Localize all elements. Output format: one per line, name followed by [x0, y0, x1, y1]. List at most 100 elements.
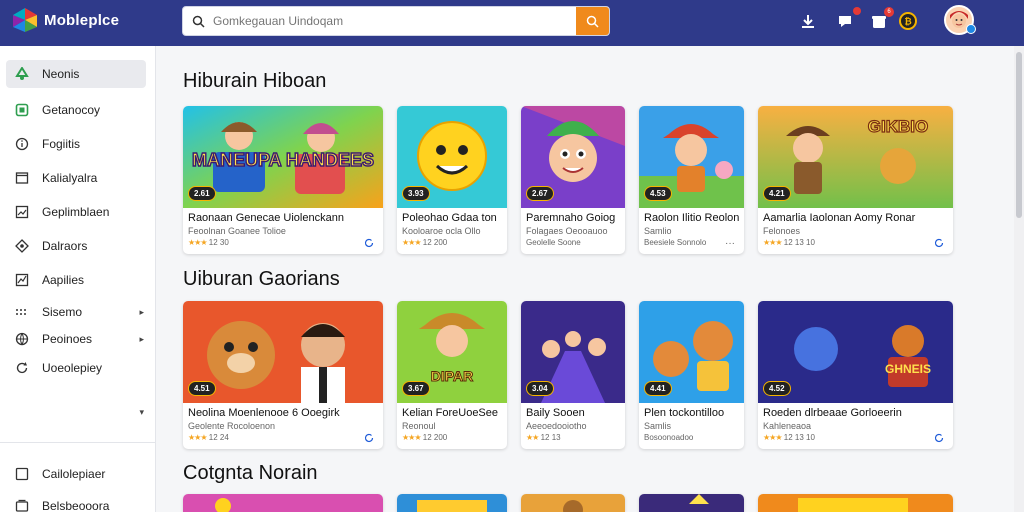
recycle-icon [14, 66, 30, 82]
game-card[interactable]: 4.51 Neolina Moenlenooe 6 Ooegirk Geolen… [183, 301, 383, 449]
card-meta: ★★★ 12 30 [188, 238, 229, 247]
sidebar-item-9[interactable]: Uoeolepiey [6, 354, 146, 382]
sidebar-item-6[interactable]: Aapilies [6, 266, 146, 294]
game-card[interactable]: 3.93 Poleohao Gdaa ton Kooloaroe ocla Ol… [397, 106, 507, 254]
top-bar: Mobleplce 6 ₿ [0, 0, 1024, 46]
refresh-icon[interactable] [933, 432, 945, 444]
chart-icon [14, 272, 30, 288]
sidebar-item-8[interactable]: Peoinoes ▸ [6, 325, 146, 353]
diamond-icon [14, 238, 30, 254]
sidebar-item-5[interactable]: Dalraors [6, 232, 146, 260]
price-chip: 3.67 [402, 381, 430, 396]
game-card[interactable]: 4.41 Plen tockontilloo Samlis Bosoonoado… [639, 301, 744, 449]
chat-icon[interactable] [835, 7, 861, 32]
sidebar-item-0[interactable]: Neonis [6, 60, 146, 88]
game-thumbnail: 2.67 [521, 106, 625, 208]
card-title: Aamarlia Iaolonan Aomy Ronar [763, 212, 916, 224]
sidebar-item-7[interactable]: Sisemo ▸ [6, 298, 146, 326]
price-chip: 2.67 [526, 186, 554, 201]
card-meta: ★★ 12 13 [526, 433, 561, 442]
sidebar-bottom-item-0[interactable]: Cailolepiaer [6, 460, 146, 488]
game-thumbnail: 3.04 [521, 301, 625, 403]
card-title: Kelian ForeUoeSee [402, 407, 499, 419]
search-bar [182, 6, 610, 36]
gift-icon[interactable]: 6 [868, 7, 894, 32]
refresh-icon [14, 360, 30, 376]
card-meta: ★★★ 12 200 [402, 238, 448, 247]
scrollbar-thumb[interactable] [1016, 52, 1022, 218]
game-thumbnail: MANEUPA HANDEES 2.61 [183, 106, 383, 208]
sidebar-item-2[interactable]: Fogiitis [6, 130, 146, 158]
more-icon[interactable]: ··· [724, 237, 736, 249]
coin-icon[interactable]: ₿ [897, 10, 919, 32]
card-subtitle: Samlio [644, 226, 672, 236]
chevron-down-icon: ▾ [139, 406, 144, 417]
download-icon[interactable] [797, 10, 819, 32]
card-meta: Bosoonoadoo [644, 433, 694, 442]
game-card[interactable]: GIKBIO 4.21 Aamarlia Iaolonan Aomy Ronar… [758, 106, 953, 254]
game-card[interactable] [758, 494, 953, 512]
price-chip: 4.52 [763, 381, 791, 396]
card-title: Baily Sooen [526, 407, 585, 419]
refresh-icon[interactable] [363, 432, 375, 444]
game-card[interactable]: 3.04 Baily Sooen Aeeoedooiotho ★★ 12 13 [521, 301, 625, 449]
card-meta: ★★★ 12 24 [188, 433, 229, 442]
game-thumbnail: GHNEIS 4.52 [758, 301, 953, 403]
sidebar-item-1[interactable]: Getanocoy [6, 96, 146, 124]
sidebar-bottom-item-1[interactable]: Belsbeooora [6, 492, 146, 512]
section-title: Cotgnta Norain [183, 462, 318, 484]
price-chip: 4.21 [763, 186, 791, 201]
card-meta: Geolelle Soone [526, 238, 581, 247]
game-card[interactable] [397, 494, 507, 512]
sidebar-item-3[interactable]: Kalialyalra [6, 164, 146, 192]
app-name: Mobleplce [44, 11, 120, 29]
sidebar: Neonis Getanocoy Fogiitis Kalialyalra Ge… [0, 46, 156, 512]
logo-icon [13, 8, 37, 32]
dots-icon [14, 304, 30, 320]
game-card[interactable] [639, 494, 744, 512]
sidebar-divider [0, 442, 156, 443]
game-thumbnail: GIKBIO 4.21 [758, 106, 953, 208]
card-title: Roeden dlrbeaae Gorloeerin [763, 407, 902, 419]
sidebar-item-4[interactable]: Geplimblaen [6, 198, 146, 226]
info-icon [14, 136, 30, 152]
rating-stars: ★★★ [188, 433, 207, 442]
game-thumbnail: DIPAR 3.67 [397, 301, 507, 403]
card-title: Raonaan Genecae Uiolenckann [188, 212, 344, 224]
search-icon [586, 15, 599, 28]
svg-text:GIKBIO: GIKBIO [868, 117, 928, 136]
price-chip: 4.41 [644, 381, 672, 396]
notification-badge [853, 7, 861, 15]
card-meta: ★★★ 12 13 10 [763, 433, 815, 442]
card-meta: ★★★ 12 13 10 [763, 238, 815, 247]
chevron-right-icon: ▸ [139, 333, 144, 344]
square-icon [14, 466, 30, 482]
sidebar-expand[interactable]: ▾ [6, 398, 146, 426]
search-input[interactable] [213, 14, 576, 28]
app-logo[interactable]: Mobleplce [12, 7, 119, 33]
refresh-icon[interactable] [933, 237, 945, 249]
card-title: Paremnaho Goiog [526, 212, 616, 224]
card-subtitle: Geolente Rocoloenon [188, 421, 276, 431]
rating-stars: ★★★ [402, 433, 421, 442]
card-meta: ★★★ 12 200 [402, 433, 448, 442]
card-subtitle: Aeeoedooiotho [526, 421, 587, 431]
image-icon [14, 204, 30, 220]
search-button[interactable] [576, 7, 609, 35]
game-thumbnail: 4.51 [183, 301, 383, 403]
rating-stars: ★★★ [402, 238, 421, 247]
game-card[interactable]: MANEUPA HANDEES 2.61 Raonaan Genecae Uio… [183, 106, 383, 254]
scrollbar[interactable] [1014, 46, 1024, 512]
layers-icon [14, 498, 30, 512]
refresh-icon[interactable] [363, 237, 375, 249]
game-card[interactable]: 4.53 Raolon Ilitio Reolon Samlio Beesiel… [639, 106, 744, 254]
game-card[interactable] [183, 494, 383, 512]
section-title: Hiburain Hiboan [183, 70, 327, 92]
game-card[interactable] [521, 494, 625, 512]
game-card[interactable]: 2.67 Paremnaho Goiog Folagaes Oeooauoo G… [521, 106, 625, 254]
game-card[interactable]: GHNEIS 4.52 Roeden dlrbeaae Gorloeerin K… [758, 301, 953, 449]
game-card[interactable]: DIPAR 3.67 Kelian ForeUoeSee Reonoul ★★★… [397, 301, 507, 449]
game-thumbnail: 4.41 [639, 301, 744, 403]
rating-stars: ★★★ [188, 238, 207, 247]
card-subtitle: Samlis [644, 421, 672, 431]
